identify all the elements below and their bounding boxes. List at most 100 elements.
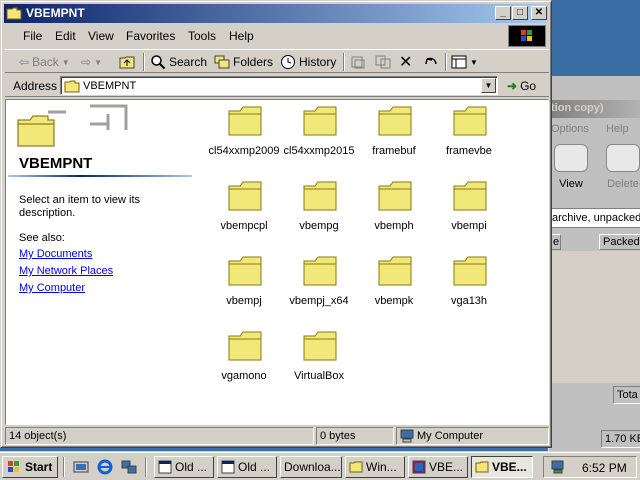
- explorer-window[interactable]: VBEMPNT _ □ ✕ File Edit View Favorites T…: [0, 0, 552, 448]
- folder-name: vbempk: [374, 295, 414, 307]
- folder-icon: [453, 106, 487, 136]
- close-button[interactable]: ✕: [531, 6, 547, 20]
- maximize-button[interactable]: □: [512, 6, 528, 20]
- folders-button[interactable]: Folders: [214, 52, 273, 72]
- back-label: Back: [32, 55, 59, 69]
- link-my-computer[interactable]: My Computer: [19, 282, 85, 294]
- folder-item[interactable]: vbempj_x64: [281, 252, 357, 324]
- search-label: Search: [169, 55, 208, 69]
- toolbar-separator: [343, 53, 345, 71]
- delete-x-icon: ✕: [399, 54, 413, 71]
- folder-name: framebuf: [372, 145, 416, 157]
- taskbar-button-win[interactable]: Win...: [345, 456, 405, 478]
- folder-item[interactable]: framevbe: [431, 102, 507, 174]
- start-button[interactable]: Start: [2, 456, 58, 478]
- folder-icon: [303, 331, 337, 361]
- file-grid: cl54xxmp2009 cl54xxmp2015 framebuf frame…: [196, 100, 536, 424]
- web-view-pane: VBEMPNT Select an item to view its descr…: [6, 100, 196, 424]
- menu-file[interactable]: File: [23, 29, 42, 43]
- folder-item[interactable]: vbemph: [356, 177, 432, 249]
- taskbar-button-vbe-archive[interactable]: VBE...: [408, 456, 468, 478]
- folder-content-area[interactable]: VBEMPNT Select an item to view its descr…: [5, 99, 549, 425]
- background-window-title[interactable]: tion copy): [549, 100, 640, 118]
- folder-name: vbemph: [374, 220, 414, 232]
- taskbar-button-old-2[interactable]: Old ...: [217, 456, 277, 478]
- folder-item[interactable]: cl54xxmp2015: [281, 102, 357, 174]
- taskbar-button-label: Old ...: [175, 460, 208, 474]
- taskbar-button-vbe-folder[interactable]: VBE...: [471, 456, 533, 478]
- history-button[interactable]: History: [280, 52, 336, 72]
- taskbar-button-old-1[interactable]: Old ...: [154, 456, 214, 478]
- trash-icon: [606, 144, 640, 172]
- background-menu-help[interactable]: Help: [606, 123, 629, 135]
- taskbar-button-label: Win...: [366, 460, 397, 474]
- background-view-tool[interactable]: View: [549, 142, 593, 194]
- link-my-documents[interactable]: My Documents: [19, 248, 92, 260]
- folder-item[interactable]: vbempk: [356, 252, 432, 324]
- network-icon[interactable]: [121, 459, 137, 475]
- up-folder-icon: [119, 56, 135, 69]
- title-divider: [8, 175, 192, 177]
- start-label: Start: [25, 460, 53, 474]
- internet-explorer-icon[interactable]: [97, 459, 113, 475]
- folder-item[interactable]: VirtualBox: [281, 327, 357, 399]
- see-also-label: See also:: [19, 232, 65, 244]
- views-icon: [451, 55, 467, 69]
- status-zone-label: My Computer: [417, 430, 484, 442]
- folder-name: vbempj: [226, 295, 262, 307]
- tray-network-icon[interactable]: [550, 459, 566, 475]
- menu-view[interactable]: View: [88, 29, 114, 43]
- up-folder-button[interactable]: [119, 52, 135, 72]
- folder-icon: [6, 7, 22, 20]
- menu-tools[interactable]: Tools: [188, 29, 216, 43]
- folder-item[interactable]: vgamono: [206, 327, 282, 399]
- minimize-button[interactable]: _: [495, 6, 511, 20]
- go-button[interactable]: ➜ Go: [507, 77, 536, 95]
- menu-edit[interactable]: Edit: [55, 29, 76, 43]
- folder-item[interactable]: vbempj: [206, 252, 282, 324]
- folder-name: vgamono: [221, 370, 267, 382]
- folder-item[interactable]: vbempi: [431, 177, 507, 249]
- back-button[interactable]: ⇦ Back ▼: [19, 52, 70, 72]
- folder-icon: [228, 106, 262, 136]
- folder-item[interactable]: vbempg: [281, 177, 357, 249]
- address-input[interactable]: VBEMPNT ▼: [60, 76, 498, 95]
- status-zone: My Computer: [396, 427, 549, 445]
- background-list-header: e Packed: [549, 234, 640, 250]
- forward-button[interactable]: ⇨ ▼: [81, 52, 102, 72]
- taskbar-button-label: Downloa...: [284, 460, 341, 474]
- taskbar-button-downloads[interactable]: Downloa...: [280, 456, 342, 478]
- background-delete-tool[interactable]: Delete: [601, 142, 640, 194]
- folder-item[interactable]: vbempcpl: [206, 177, 282, 249]
- undo-button[interactable]: [423, 52, 439, 72]
- winrar-icon: [412, 460, 426, 474]
- address-dropdown-button[interactable]: ▼: [481, 78, 496, 93]
- folder-item[interactable]: vga13h: [431, 252, 507, 324]
- link-my-network-places[interactable]: My Network Places: [19, 265, 113, 277]
- folder-icon: [228, 256, 262, 286]
- background-menu-options[interactable]: Options: [551, 123, 589, 135]
- taskbar-separator: [145, 457, 147, 477]
- move-to-button[interactable]: [350, 52, 366, 72]
- background-col-packed[interactable]: Packed: [599, 234, 640, 250]
- folder-item[interactable]: framebuf: [356, 102, 432, 174]
- window-title: VBEMPNT: [26, 6, 85, 20]
- title-bar[interactable]: VBEMPNT _ □ ✕: [4, 4, 548, 23]
- show-desktop-icon[interactable]: [73, 459, 89, 475]
- taskbar-separator: [63, 457, 65, 477]
- menu-help[interactable]: Help: [229, 29, 254, 43]
- folder-icon: [453, 256, 487, 286]
- copy-to-button[interactable]: [375, 52, 391, 72]
- views-button[interactable]: ▼: [451, 52, 478, 72]
- chevron-down-icon: ▼: [94, 57, 102, 67]
- folder-name: vbempi: [451, 220, 487, 232]
- background-winrar-window[interactable]: tion copy) Options Help View Delete arch…: [548, 76, 640, 456]
- clock[interactable]: 6:52 PM: [582, 461, 627, 475]
- menu-favorites[interactable]: Favorites: [126, 29, 175, 43]
- delete-button[interactable]: ✕: [399, 52, 412, 72]
- folder-item[interactable]: cl54xxmp2009: [206, 102, 282, 174]
- folder-name: cl54xxmp2009: [208, 145, 280, 157]
- search-button[interactable]: Search: [150, 52, 207, 72]
- folders-label: Folders: [233, 55, 274, 69]
- background-file-list[interactable]: [549, 251, 640, 383]
